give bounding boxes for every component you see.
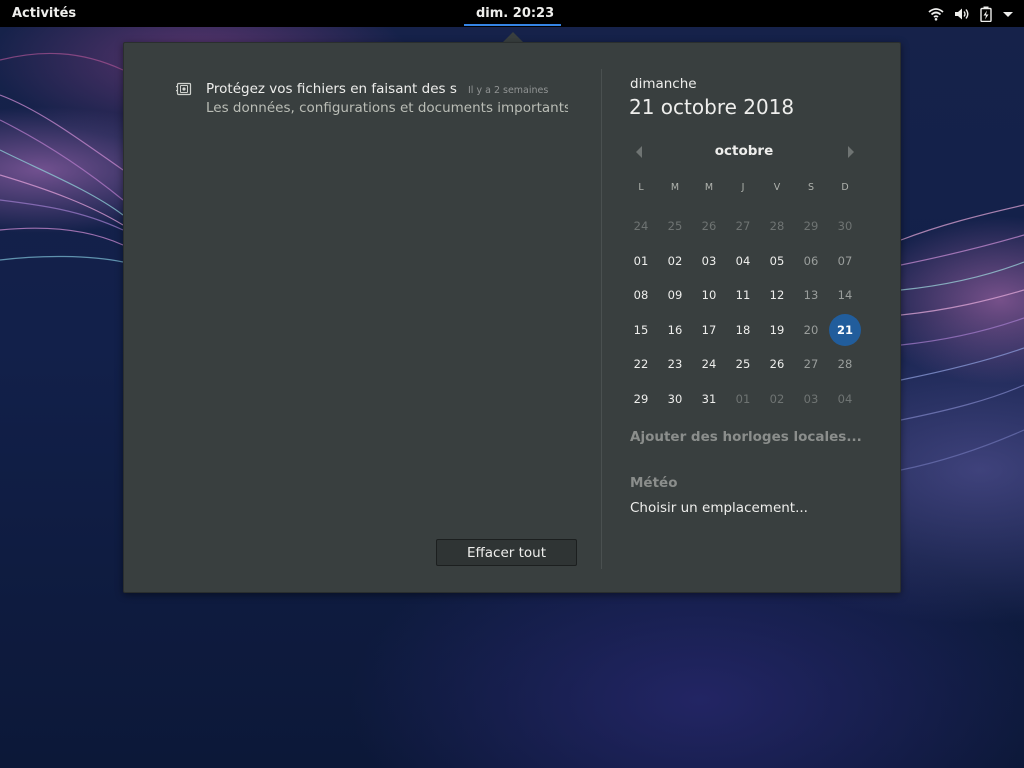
calendar-day[interactable]: 04 [828, 392, 862, 406]
calendar-day[interactable]: 20 [794, 323, 828, 337]
calendar-day[interactable]: 23 [658, 357, 692, 371]
day-header: L [638, 181, 644, 193]
popover-arrow [503, 32, 523, 42]
calendar-day[interactable]: 28 [760, 219, 794, 233]
calendar-day[interactable]: 30 [828, 219, 862, 233]
calendar-week: 15 16 17 18 19 20 21 [624, 313, 866, 348]
full-date-label[interactable]: 21 octobre 2018 [629, 95, 794, 119]
calendar-grid: L M M J V S D 24 25 26 27 28 29 30 01 02… [624, 178, 866, 416]
add-world-clocks-link[interactable]: Ajouter des horloges locales... [630, 429, 862, 445]
calendar-day[interactable]: 12 [760, 288, 794, 302]
calendar-day[interactable]: 28 [828, 357, 862, 371]
calendar-day[interactable]: 30 [658, 392, 692, 406]
calendar-day[interactable]: 02 [658, 254, 692, 268]
calendar-day[interactable]: 02 [760, 392, 794, 406]
calendar-week: 29 30 31 01 02 03 04 [624, 382, 866, 417]
calendar-day[interactable]: 16 [658, 323, 692, 337]
system-menu-arrow-icon[interactable] [1002, 9, 1014, 19]
calendar-day[interactable]: 27 [794, 357, 828, 371]
weather-heading[interactable]: Météo [630, 475, 677, 491]
calendar-day[interactable]: 29 [794, 219, 828, 233]
calendar-day-today[interactable]: 21 [828, 313, 862, 346]
calendar-day[interactable]: 27 [726, 219, 760, 233]
calendar-day[interactable]: 26 [760, 357, 794, 371]
calendar-day[interactable]: 18 [726, 323, 760, 337]
volume-icon[interactable] [954, 7, 970, 21]
next-month-icon[interactable] [846, 144, 856, 163]
notification-time: Il y a 2 semaines [468, 85, 549, 96]
weekday-label: dimanche [630, 76, 697, 92]
calendar-day[interactable]: 09 [658, 288, 692, 302]
calendar-day[interactable]: 15 [624, 323, 658, 337]
calendar-day[interactable]: 10 [692, 288, 726, 302]
day-header: V [773, 181, 781, 193]
calendar-day[interactable]: 05 [760, 254, 794, 268]
battery-icon[interactable] [980, 6, 992, 22]
calendar-day[interactable]: 17 [692, 323, 726, 337]
notification-body: Les données, configurations et documents… [206, 100, 568, 116]
calendar-day[interactable]: 25 [658, 219, 692, 233]
calendar-day[interactable]: 03 [692, 254, 726, 268]
notification-title: Protégez vos fichiers en faisant des s..… [206, 81, 458, 97]
calendar-day[interactable]: 22 [624, 357, 658, 371]
day-header: J [741, 181, 745, 193]
calendar-week: 24 25 26 27 28 29 30 [624, 209, 866, 244]
day-header: D [841, 181, 849, 193]
weather-location-link[interactable]: Choisir un emplacement... [630, 500, 808, 516]
calendar-day[interactable]: 01 [726, 392, 760, 406]
calendar-day[interactable]: 24 [624, 219, 658, 233]
panel-divider [601, 69, 602, 569]
calendar-week: 01 02 03 04 05 06 07 [624, 244, 866, 279]
day-header: S [807, 181, 815, 193]
wifi-icon[interactable] [928, 7, 944, 21]
clock-active-indicator [464, 24, 561, 26]
calendar-week: 08 09 10 11 12 13 14 [624, 278, 866, 313]
calendar-day[interactable]: 08 [624, 288, 658, 302]
weekday-header-row: L M M J V S D [624, 178, 866, 196]
calendar-week: 22 23 24 25 26 27 28 [624, 347, 866, 382]
calendar-day[interactable]: 03 [794, 392, 828, 406]
calendar-popover: Protégez vos fichiers en faisant des s..… [123, 42, 901, 593]
calendar-day[interactable]: 14 [828, 288, 862, 302]
calendar-day[interactable]: 31 [692, 392, 726, 406]
calendar-day[interactable]: 07 [828, 254, 862, 268]
system-tray[interactable] [928, 4, 1014, 24]
backup-icon [176, 81, 192, 97]
calendar-day[interactable]: 24 [692, 357, 726, 371]
calendar-day[interactable]: 13 [794, 288, 828, 302]
calendar-day[interactable]: 01 [624, 254, 658, 268]
month-label: octobre [714, 143, 774, 159]
previous-month-icon[interactable] [634, 144, 644, 163]
today-marker: 21 [829, 313, 861, 346]
calendar-day[interactable]: 04 [726, 254, 760, 268]
calendar-day[interactable]: 19 [760, 323, 794, 337]
calendar-day[interactable]: 25 [726, 357, 760, 371]
calendar-day[interactable]: 06 [794, 254, 828, 268]
day-header: M [704, 181, 714, 193]
calendar-day[interactable]: 29 [624, 392, 658, 406]
calendar-day[interactable]: 11 [726, 288, 760, 302]
activities-button[interactable]: Activités [12, 6, 76, 21]
clear-all-button[interactable]: Effacer tout [436, 539, 577, 566]
top-bar: Activités dim. 20:23 [0, 0, 1024, 27]
day-header: M [670, 181, 680, 193]
calendar-day[interactable]: 26 [692, 219, 726, 233]
clock-button[interactable]: dim. 20:23 [476, 6, 554, 21]
